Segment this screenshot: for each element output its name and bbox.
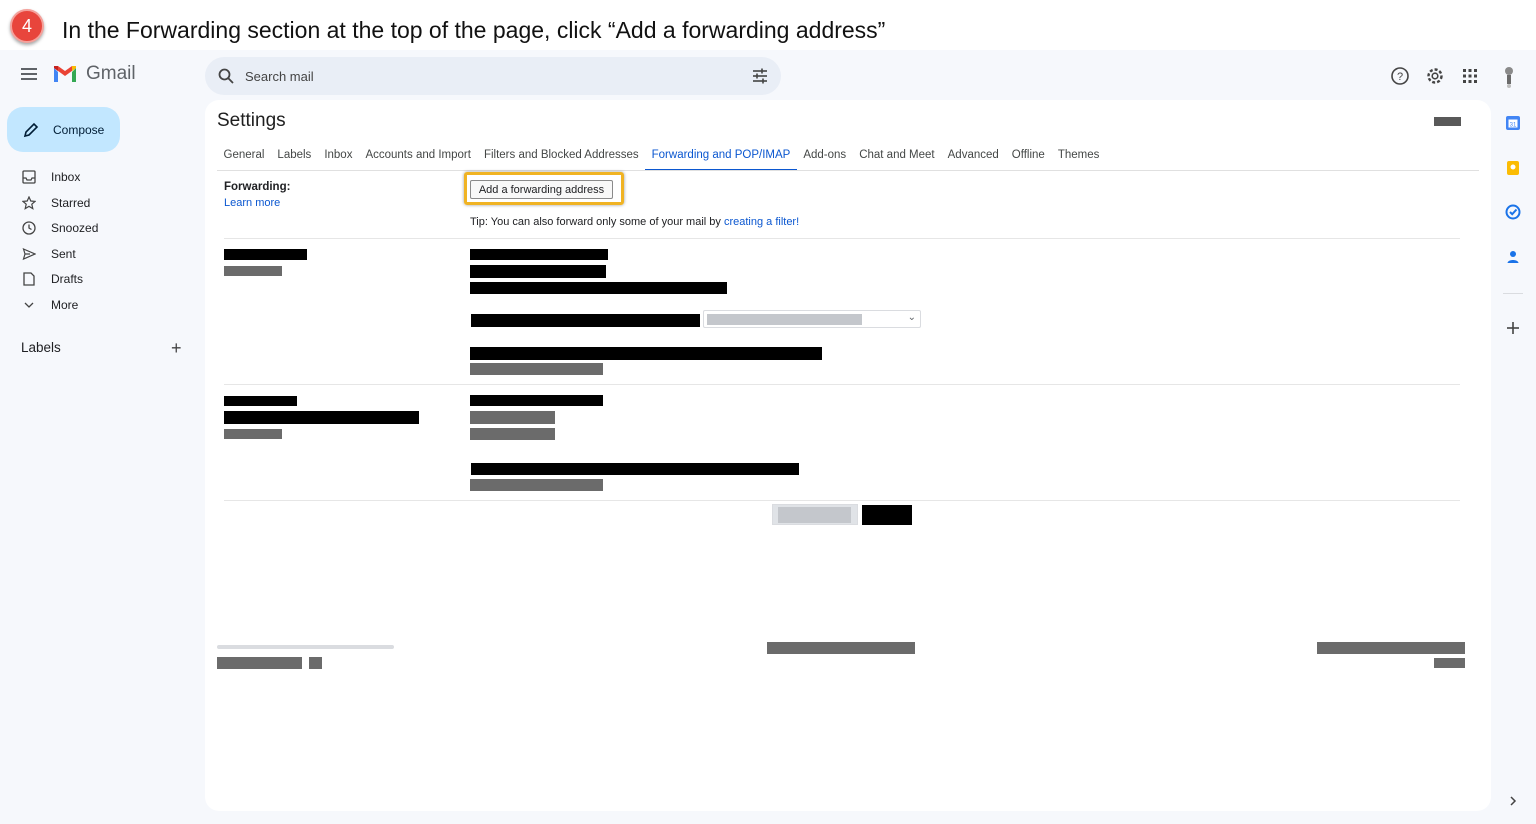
instruction-banner: 4 In the Forwarding section at the top o… [0,0,1536,50]
search-input[interactable] [245,68,751,84]
sidebar-item-label: Sent [51,247,76,261]
main-menu-icon[interactable] [18,65,40,85]
section-divider [224,500,1460,501]
tab-labels[interactable]: Labels [271,147,318,171]
tab-add-ons[interactable]: Add-ons [797,147,853,171]
tab-general[interactable]: General [217,147,271,171]
tabs-divider [217,170,1479,171]
tab-advanced[interactable]: Advanced [941,147,1005,171]
star-icon [21,195,37,211]
section-divider [224,384,1460,385]
draft-icon [21,271,37,287]
compose-button[interactable]: Compose [7,107,120,152]
sidebar-item-drafts[interactable]: Drafts [0,267,195,291]
tab-chat-and-meet[interactable]: Chat and Meet [853,147,941,171]
tab-accounts-and-import[interactable]: Accounts and Import [359,147,477,171]
redacted-block [1434,117,1461,126]
help-icon[interactable]: ? [1388,64,1412,88]
forwarding-label: Forwarding: [224,181,291,193]
gmail-m-icon [54,66,76,82]
redacted-block [470,347,822,360]
svg-text:31: 31 [1510,123,1517,129]
sidebar-item-more[interactable]: More [0,293,195,317]
redacted-block [470,265,606,278]
redacted-block [1434,658,1465,668]
section-divider [224,238,1460,239]
learn-more-link[interactable]: Learn more [224,197,280,209]
step-number-badge: 4 [10,9,44,43]
side-panel-divider [1503,293,1523,294]
save-changes-button[interactable] [772,504,858,525]
chevron-down-icon: ⌄ [907,312,916,323]
forwarding-tip: Tip: You can also forward only some of y… [470,216,799,228]
pencil-icon [23,122,39,137]
redacted-block [224,249,307,260]
send-icon [21,246,37,262]
sidebar-item-label: Snoozed [51,221,99,235]
sidebar-item-label: Drafts [51,272,84,286]
settings-gear-icon[interactable] [1423,64,1447,88]
inbox-icon [21,169,37,185]
apps-grid-icon[interactable] [1458,64,1482,88]
sidebar-item-inbox[interactable]: Inbox [0,165,195,189]
compose-label: Compose [53,122,105,137]
tab-inbox[interactable]: Inbox [318,147,359,171]
create-label-plus-icon[interactable]: + [171,339,182,357]
redacted-block [224,429,282,439]
contacts-icon[interactable] [1504,248,1522,266]
tab-forwarding-and-pop-imap[interactable]: Forwarding and POP/IMAP [645,147,797,171]
redacted-block [224,266,282,276]
redacted-block [470,411,555,424]
expand-side-panel-chevron-icon[interactable] [1504,792,1522,810]
redacted-block [309,657,322,669]
tab-offline[interactable]: Offline [1005,147,1051,171]
storage-usage-bar [217,645,394,649]
redacted-block [224,396,297,406]
settings-tabs: General Labels Inbox Accounts and Import… [217,147,1106,171]
redacted-dropdown[interactable]: ⌄ [703,310,921,328]
redacted-block [470,479,603,491]
gmail-logo[interactable]: Gmail [52,63,136,85]
gmail-app: Gmail ? Com [0,50,1536,824]
sidebar-item-label: Inbox [51,170,81,184]
sidebar-item-sent[interactable]: Sent [0,242,195,266]
search-bar[interactable] [205,57,781,95]
redacted-block [1317,642,1465,654]
instruction-text: In the Forwarding section at the top of … [62,17,886,43]
redacted-block [471,463,799,475]
gmail-wordmark: Gmail [86,63,136,84]
clock-icon [21,220,37,236]
creating-filter-link[interactable]: creating a filter! [724,216,799,228]
calendar-icon[interactable]: 31 [1504,114,1522,132]
sidebar-item-label: More [51,298,79,312]
keep-icon[interactable] [1504,159,1522,177]
labels-heading: Labels [21,340,61,355]
svg-text:?: ? [1397,71,1403,83]
tab-filters-and-blocked-addresses[interactable]: Filters and Blocked Addresses [477,147,645,171]
search-icon[interactable] [217,67,235,85]
tasks-icon[interactable] [1504,203,1522,221]
redacted-block [470,282,727,294]
tip-text: Tip: You can also forward only some of y… [470,216,724,228]
page-title: Settings [217,110,286,131]
add-forwarding-address-button[interactable]: Add a forwarding address [470,180,613,199]
add-addon-plus-icon[interactable] [1504,319,1522,337]
sidebar-item-snoozed[interactable]: Snoozed [0,216,195,240]
redacted-block [470,249,608,260]
sidebar-item-starred[interactable]: Starred [0,191,195,215]
account-avatar[interactable] [1497,64,1521,88]
redacted-block [471,314,700,327]
redacted-block [217,657,302,669]
cancel-button[interactable] [862,505,912,525]
redacted-block [767,642,915,654]
search-options-icon[interactable] [751,67,769,85]
redacted-block [470,363,603,375]
redacted-block [470,428,555,440]
settings-panel: Settings General Labels Inbox Accounts a… [205,100,1491,811]
chevron-down-icon [21,297,37,313]
tab-themes[interactable]: Themes [1051,147,1106,171]
redacted-block [224,411,419,424]
sidebar-item-label: Starred [51,196,91,210]
redacted-block [470,395,603,406]
